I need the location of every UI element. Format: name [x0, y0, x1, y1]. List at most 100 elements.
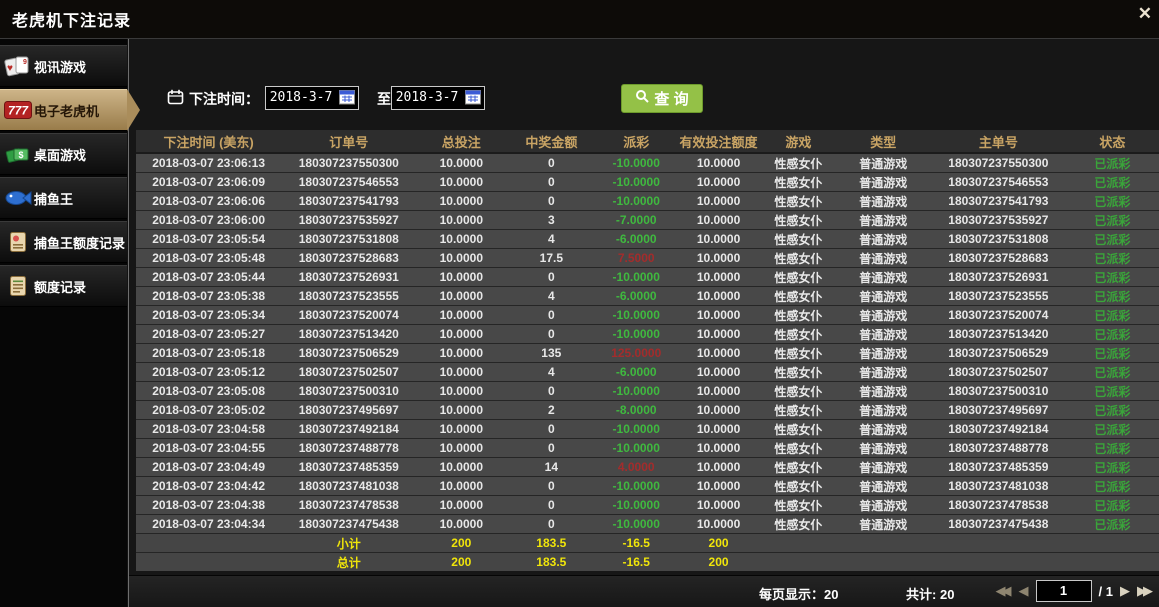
cell-status: 已派彩	[1066, 287, 1159, 306]
cell-type: 普通游戏	[836, 477, 931, 496]
cell-payout: -16.5	[596, 534, 676, 553]
cell-game: 性感女仆	[761, 306, 836, 325]
cell-valid-bet: 10.0000	[676, 515, 761, 534]
cell-master-order-no: 180307237546553	[931, 173, 1066, 192]
cell-status: 已派彩	[1066, 458, 1159, 477]
cell-valid-bet: 10.0000	[676, 192, 761, 211]
cell-total-bet: 200	[416, 553, 506, 572]
video-games-cards-icon: 9 ♥	[2, 54, 34, 78]
sidebar-item-slot-machine[interactable]: 777 电子老虎机	[0, 89, 127, 131]
table-row: 2018-03-07 23:05:1818030723750652910.000…	[136, 344, 1159, 363]
cell-total-bet: 10.0000	[416, 439, 506, 458]
cell-payout: -10.0000	[596, 496, 676, 515]
cell-game: 性感女仆	[761, 477, 836, 496]
cell-status: 已派彩	[1066, 420, 1159, 439]
cell-status: 已派彩	[1066, 401, 1159, 420]
summary-row: 小计200183.5-16.5200	[136, 534, 1159, 553]
cell-payout: -10.0000	[596, 192, 676, 211]
cell-type: 普通游戏	[836, 249, 931, 268]
cell-valid-bet: 10.0000	[676, 249, 761, 268]
previous-page-icon[interactable]: ◀	[1019, 581, 1029, 601]
sidebar-item-fishing-king[interactable]: 捕鱼王	[0, 177, 127, 219]
cell-order-no: 180307237535927	[281, 211, 416, 230]
total-count-display: 共计: 20	[906, 584, 954, 603]
date-to-calendar-icon[interactable]	[465, 89, 482, 106]
cell-total-bet: 10.0000	[416, 287, 506, 306]
cell-payout: -10.0000	[596, 382, 676, 401]
cell-type: 普通游戏	[836, 325, 931, 344]
first-page-icon[interactable]: ◀◀	[996, 581, 1012, 601]
page-navigation: ◀◀ ◀ 1 / 1 ▶ ▶▶	[996, 580, 1153, 602]
cell-win-amount: 4	[506, 230, 596, 249]
table-row: 2018-03-07 23:06:0018030723753592710.000…	[136, 211, 1159, 230]
cell-payout: 7.5000	[596, 249, 676, 268]
cell-valid-bet: 10.0000	[676, 230, 761, 249]
cell-win-amount: 4	[506, 287, 596, 306]
cell-order-no: 180307237495697	[281, 401, 416, 420]
table-row: 2018-03-07 23:06:0618030723754179310.000…	[136, 192, 1159, 211]
slot-machine-777-icon: 777	[2, 100, 34, 120]
filter-bar: 下注时间： 2018-3-7 至 2018-3-7	[129, 83, 1159, 113]
cell-order-no: 180307237520074	[281, 306, 416, 325]
date-from-value: 2018-3-7	[266, 90, 336, 105]
cell-master-order-no: 180307237475438	[931, 515, 1066, 534]
cell-order-no: 180307237500310	[281, 382, 416, 401]
sidebar-item-fishing-quota-record[interactable]: 捕鱼王额度记录	[0, 221, 127, 263]
bet-time-filter-label: 下注时间：	[189, 89, 259, 109]
calendar-icon	[167, 89, 184, 110]
cell-order-no: 180307237523555	[281, 287, 416, 306]
cell-win-amount: 0	[506, 477, 596, 496]
cell-payout: -10.0000	[596, 420, 676, 439]
cell-master-order-no: 180307237520074	[931, 306, 1066, 325]
search-button-label: 查 询	[654, 88, 688, 109]
cell-game	[761, 534, 836, 553]
bet-records-table: 下注时间 (美东)订单号总投注中奖金额派彩有效投注额度游戏类型主单号状态 201…	[136, 130, 1159, 571]
cell-valid-bet: 10.0000	[676, 496, 761, 515]
cell-status	[1066, 534, 1159, 553]
sidebar-item-quota-record[interactable]: 额度记录	[0, 265, 127, 307]
last-page-icon[interactable]: ▶▶	[1137, 581, 1153, 601]
cell-master-order-no: 180307237550300	[931, 153, 1066, 173]
cell-win-amount: 0	[506, 192, 596, 211]
cell-total-bet: 10.0000	[416, 344, 506, 363]
cell-valid-bet: 10.0000	[676, 420, 761, 439]
cell-order-no: 180307237513420	[281, 325, 416, 344]
table-row: 2018-03-07 23:05:1218030723750250710.000…	[136, 363, 1159, 382]
date-from-calendar-icon[interactable]	[339, 89, 356, 106]
cell-game: 性感女仆	[761, 153, 836, 173]
close-icon[interactable]: ✕	[1138, 5, 1152, 22]
cell-win-amount: 3	[506, 211, 596, 230]
cell-status: 已派彩	[1066, 173, 1159, 192]
cell-order-no: 180307237492184	[281, 420, 416, 439]
cell-master-order-no: 180307237502507	[931, 363, 1066, 382]
date-from-input[interactable]: 2018-3-7	[265, 86, 359, 110]
cell-total-bet: 10.0000	[416, 401, 506, 420]
sidebar-item-table-games[interactable]: $ 桌面游戏	[0, 133, 127, 175]
cell-win-amount: 14	[506, 458, 596, 477]
cell-type: 普通游戏	[836, 306, 931, 325]
cell-game: 性感女仆	[761, 458, 836, 477]
search-button[interactable]: 查 询	[621, 84, 703, 113]
cell-valid-bet: 10.0000	[676, 439, 761, 458]
cell-status: 已派彩	[1066, 325, 1159, 344]
cell-win-amount: 183.5	[506, 534, 596, 553]
table-header-row: 下注时间 (美东)订单号总投注中奖金额派彩有效投注额度游戏类型主单号状态	[136, 130, 1159, 153]
cell-total-bet: 10.0000	[416, 249, 506, 268]
cell-valid-bet: 10.0000	[676, 458, 761, 477]
quota-record-icon	[2, 275, 34, 297]
cell-order-no: 180307237526931	[281, 268, 416, 287]
sidebar-item-video-games[interactable]: 9 ♥ 视讯游戏	[0, 45, 127, 87]
cell-payout: 4.0000	[596, 458, 676, 477]
cell-total-bet: 10.0000	[416, 153, 506, 173]
page-number-input[interactable]: 1	[1036, 580, 1092, 602]
cell-game: 性感女仆	[761, 211, 836, 230]
cell-bet-time: 2018-03-07 23:04:38	[136, 496, 281, 515]
bet-records-table-wrap: 下注时间 (美东)订单号总投注中奖金额派彩有效投注额度游戏类型主单号状态 201…	[136, 130, 1159, 571]
cell-type: 普通游戏	[836, 496, 931, 515]
cell-bet-time: 2018-03-07 23:05:18	[136, 344, 281, 363]
cell-bet-time	[136, 534, 281, 553]
table-row: 2018-03-07 23:04:5518030723748877810.000…	[136, 439, 1159, 458]
cell-win-amount: 0	[506, 515, 596, 534]
next-page-icon[interactable]: ▶	[1120, 581, 1130, 601]
date-to-input[interactable]: 2018-3-7	[391, 86, 485, 110]
